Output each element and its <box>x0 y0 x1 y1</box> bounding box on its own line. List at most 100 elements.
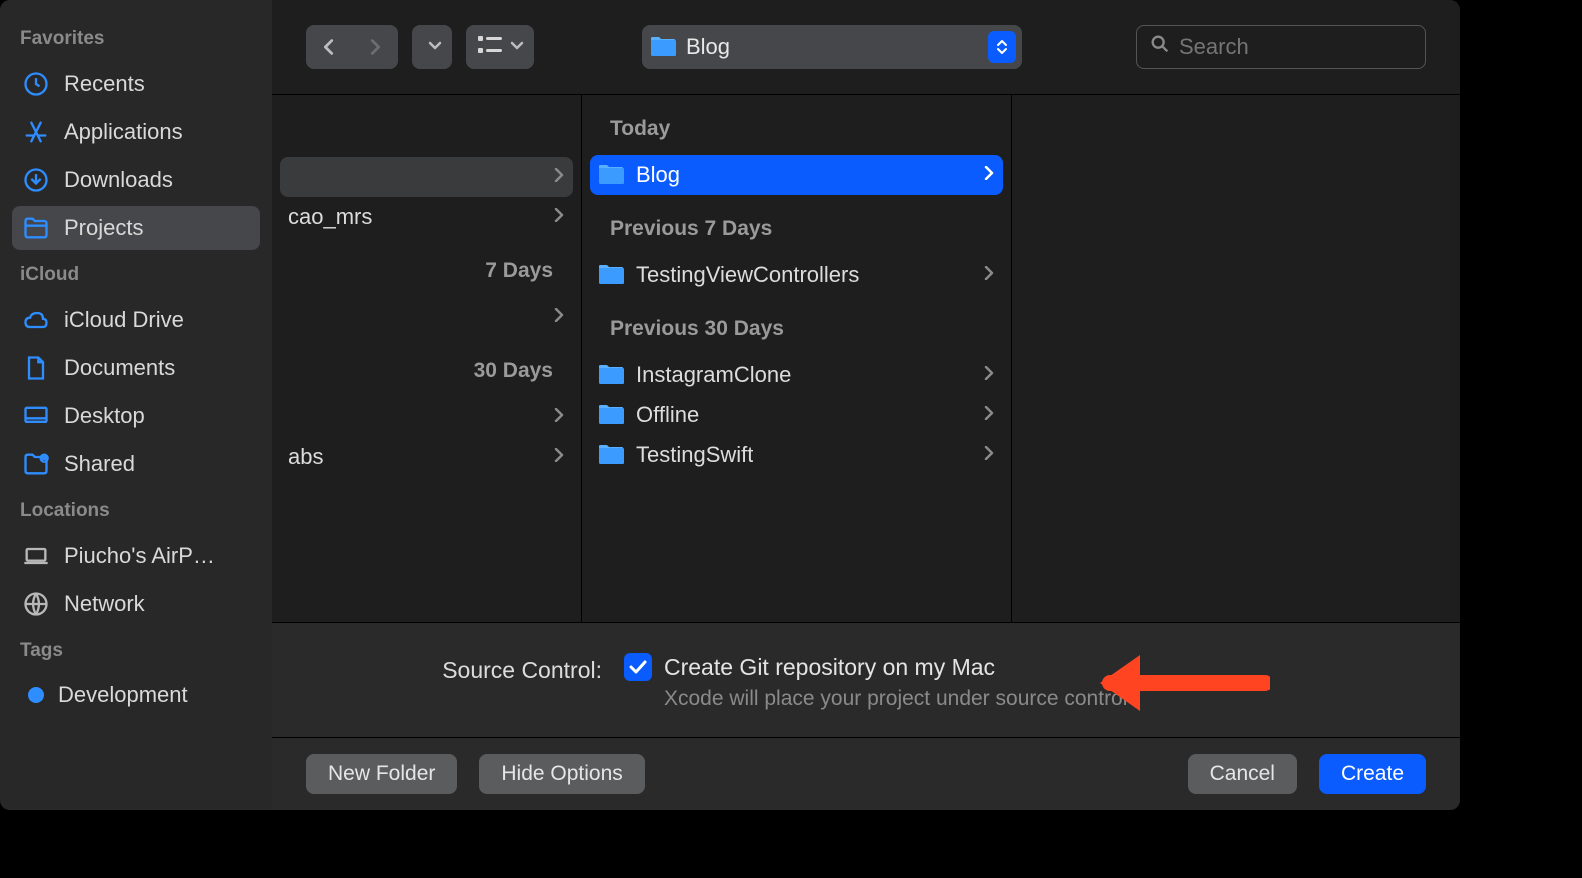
laptop-icon <box>22 542 50 570</box>
checkbox-label[interactable]: Create Git repository on my Mac <box>664 654 995 681</box>
chevron-right-icon <box>553 168 565 187</box>
row-label: TestingViewControllers <box>636 262 859 288</box>
folder-row-blog[interactable]: Blog <box>590 155 1003 195</box>
sidebar-item-icloud-drive[interactable]: iCloud Drive <box>12 298 260 342</box>
group-header: Today <box>582 95 1011 155</box>
folder-row[interactable]: TestingViewControllers <box>590 255 1003 295</box>
row-label: TestingSwift <box>636 442 753 468</box>
desktop-icon <box>22 402 50 430</box>
folder-icon <box>598 404 624 426</box>
sidebar-item-applications[interactable]: Applications <box>12 110 260 154</box>
folder-row[interactable] <box>280 297 573 337</box>
folder-icon <box>598 444 624 466</box>
annotation-arrow <box>1090 643 1270 723</box>
folder-icon <box>598 264 624 286</box>
view-as-columns[interactable] <box>412 25 452 69</box>
cancel-button[interactable]: Cancel <box>1188 754 1297 794</box>
toolbar: Blog <box>272 0 1460 94</box>
sidebar-item-label: Applications <box>64 119 183 145</box>
sidebar-item-shared[interactable]: Shared <box>12 442 260 486</box>
folder-icon <box>650 36 676 58</box>
section-icloud: iCloud <box>20 264 252 286</box>
document-icon <box>22 354 50 382</box>
sidebar-item-label: iCloud Drive <box>64 307 184 333</box>
folder-row[interactable]: TestingSwift <box>590 435 1003 475</box>
group-header: 30 Days <box>272 337 581 397</box>
sidebar-item-recents[interactable]: Recents <box>12 62 260 106</box>
sidebar-item-label: Development <box>58 682 188 708</box>
save-dialog: Favorites Recents Applications Downloads <box>0 0 1460 810</box>
cloud-icon <box>22 306 50 334</box>
sidebar-item-tag-development[interactable]: Development <box>12 674 260 716</box>
sidebar-item-label: Desktop <box>64 403 145 429</box>
folder-row[interactable]: InstagramClone <box>590 355 1003 395</box>
path-popup[interactable]: Blog <box>642 25 1022 69</box>
sidebar-item-label: Shared <box>64 451 135 477</box>
section-locations: Locations <box>20 500 252 522</box>
chevron-right-icon <box>553 408 565 427</box>
folder-icon <box>598 164 624 186</box>
chevron-right-icon <box>983 166 995 185</box>
path-label: Blog <box>686 34 730 60</box>
group-header: 7 Days <box>272 237 581 297</box>
folder-icon <box>598 364 624 386</box>
chevron-right-icon <box>983 446 995 465</box>
section-tags: Tags <box>20 640 252 662</box>
row-label: InstagramClone <box>636 362 791 388</box>
chevron-right-icon <box>553 308 565 327</box>
group-header: Previous 30 Days <box>582 295 1011 355</box>
chevron-right-icon <box>983 366 995 385</box>
forward-button[interactable] <box>352 25 398 69</box>
sidebar-item-label: Network <box>64 591 145 617</box>
new-folder-button[interactable]: New Folder <box>306 754 457 794</box>
group-header: Previous 7 Days <box>582 195 1011 255</box>
tag-dot-icon <box>28 687 44 703</box>
download-icon <box>22 166 50 194</box>
sidebar-item-label: Downloads <box>64 167 173 193</box>
sidebar-item-projects[interactable]: Projects <box>12 206 260 250</box>
row-label: Blog <box>636 162 680 188</box>
bottom-bar: New Folder Hide Options Cancel Create <box>272 737 1460 810</box>
search-input[interactable] <box>1179 34 1413 60</box>
chevron-down-icon <box>428 38 442 56</box>
column-1[interactable]: Today Blog Previous 7 Days TestingViewCo… <box>582 95 1012 622</box>
group-by-popup[interactable] <box>466 25 534 69</box>
column-2[interactable] <box>1012 95 1460 622</box>
folder-icon <box>22 214 50 242</box>
sidebar-item-label: Documents <box>64 355 175 381</box>
sidebar-item-documents[interactable]: Documents <box>12 346 260 390</box>
sidebar-item-label: Recents <box>64 71 145 97</box>
chevron-right-icon <box>553 448 565 467</box>
sidebar-item-network[interactable]: Network <box>12 582 260 626</box>
section-favorites: Favorites <box>20 28 252 50</box>
sidebar-item-downloads[interactable]: Downloads <box>12 158 260 202</box>
shared-folder-icon <box>22 450 50 478</box>
chevron-right-icon <box>983 266 995 285</box>
check-icon <box>629 660 647 674</box>
chevron-right-icon <box>983 406 995 425</box>
appstore-icon <box>22 118 50 146</box>
folder-row[interactable]: abs <box>280 437 573 477</box>
column-0[interactable]: cao_mrs 7 Days 30 Days abs <box>272 95 582 622</box>
git-checkbox[interactable] <box>624 653 652 681</box>
folder-row[interactable] <box>280 157 573 197</box>
create-button[interactable]: Create <box>1319 754 1426 794</box>
sidebar-item-desktop[interactable]: Desktop <box>12 394 260 438</box>
clock-icon <box>22 70 50 98</box>
updown-icon <box>988 31 1016 63</box>
back-button[interactable] <box>306 25 352 69</box>
folder-row[interactable]: cao_mrs <box>280 197 573 237</box>
group-icon <box>476 34 504 61</box>
globe-icon <box>22 590 50 618</box>
nav-group <box>306 25 398 69</box>
source-control-subtext: Xcode will place your project under sour… <box>664 687 1127 711</box>
search-field[interactable] <box>1136 25 1426 69</box>
source-control-panel: Source Control: Create Git repository on… <box>272 622 1460 737</box>
hide-options-button[interactable]: Hide Options <box>479 754 644 794</box>
sidebar-item-airpods[interactable]: Piucho's AirP… <box>12 534 260 578</box>
folder-row[interactable] <box>280 397 573 437</box>
chevron-down-icon <box>510 38 524 56</box>
sidebar: Favorites Recents Applications Downloads <box>0 0 272 810</box>
folder-row[interactable]: Offline <box>590 395 1003 435</box>
sidebar-item-label: Projects <box>64 215 143 241</box>
